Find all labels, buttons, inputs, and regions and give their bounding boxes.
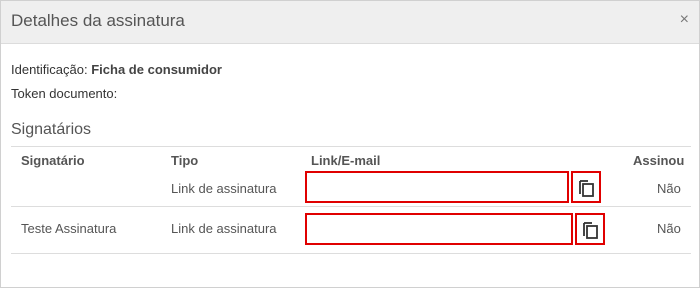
column-header-signatario: Signatário [21,153,85,168]
identificacao-label: Identificação: [11,62,88,77]
token-line: Token documento: [11,86,117,101]
section-title-signatarios: Signatários [11,121,92,138]
link-field[interactable] [305,213,573,245]
copy-link-button[interactable] [571,171,601,203]
row-divider [11,206,691,207]
table-bottom-divider [11,253,691,254]
row-signatario: Teste Assinatura [21,221,117,236]
table-top-divider [11,146,691,147]
link-field[interactable] [305,171,569,203]
dialog-header: Detalhes da assinatura × [1,1,699,44]
signature-details-dialog: Detalhes da assinatura × Identificação: … [0,0,700,288]
row-tipo: Link de assinatura [171,221,277,236]
column-header-assinou: Assinou [633,153,685,168]
row-tipo: Link de assinatura [171,181,277,196]
identificacao-line: Identificação: Ficha de consumidor [11,62,222,77]
close-icon[interactable]: × [680,12,689,28]
row-assinou: Não [657,221,681,236]
identificacao-value: Ficha de consumidor [91,62,222,77]
token-label: Token documento: [11,86,118,101]
dialog-title: Detalhes da assinatura [11,11,185,30]
column-header-tipo: Tipo [171,153,199,168]
column-header-link: Link/E-mail [311,153,381,168]
row-assinou: Não [657,181,681,196]
copy-link-button[interactable] [575,213,605,245]
